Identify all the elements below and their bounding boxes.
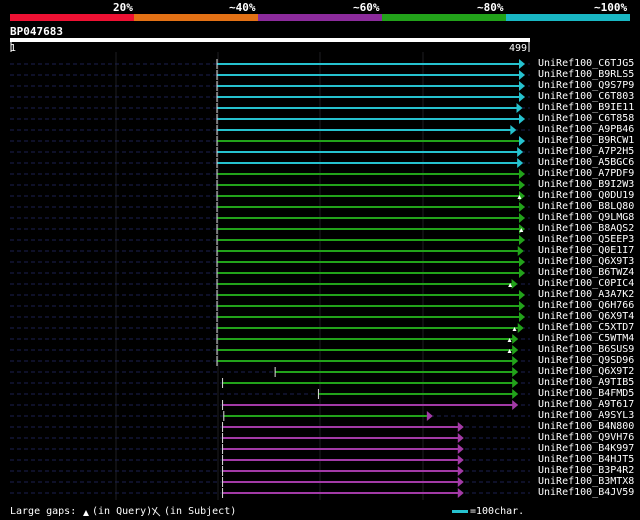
hit-arrow (512, 400, 519, 410)
hit-label[interactable]: UniRef100_Q6X9T3 (538, 257, 634, 267)
hit-arrow (519, 257, 525, 267)
hit-label[interactable]: UniRef100_A7PDF9 (538, 169, 634, 179)
hit-label[interactable]: UniRef100_B9RLS5 (538, 70, 634, 80)
hit-label[interactable]: UniRef100_B4HJT5 (538, 455, 634, 465)
scale-bar (452, 510, 468, 513)
hit-arrow (519, 290, 525, 300)
hit-arrow (517, 323, 524, 333)
hit-label[interactable]: UniRef100_B3P4R2 (538, 466, 634, 476)
hit-label[interactable]: UniRef100_A9TIB5 (538, 378, 634, 388)
hit-label[interactable]: UniRef100_B9I2W3 (538, 180, 634, 190)
hit-arrow (426, 411, 433, 421)
hit-arrow (519, 202, 525, 212)
hit-label[interactable]: UniRef100_B6SUS9 (538, 345, 634, 355)
hit-label[interactable]: UniRef100_A7P2H5 (538, 147, 634, 157)
hit-arrow (519, 169, 525, 179)
hit-label[interactable]: UniRef100_B6TWZ4 (538, 268, 634, 278)
hit-label[interactable]: UniRef100_C5WTM4 (538, 334, 634, 344)
hit-label[interactable]: UniRef100_Q0E1I7 (538, 246, 634, 256)
hit-label[interactable]: UniRef100_C0PIC4 (538, 279, 634, 289)
hit-label[interactable]: UniRef100_Q6X9T2 (538, 367, 634, 377)
hit-label[interactable]: UniRef100_Q9S7P9 (538, 81, 634, 91)
hit-label[interactable]: UniRef100_B4JV59 (538, 488, 634, 498)
hit-arrow (512, 378, 519, 388)
hit-arrow (519, 224, 525, 234)
query-bar (10, 38, 530, 42)
hit-label[interactable]: UniRef100_Q9SD96 (538, 356, 634, 366)
hit-arrow (457, 488, 464, 498)
hit-arrow (519, 81, 525, 91)
hit-arrow (512, 334, 519, 344)
hit-arrow (519, 92, 525, 102)
hit-arrow (519, 136, 525, 146)
hit-arrow (517, 246, 524, 256)
hit-arrow (457, 455, 464, 465)
hit-label[interactable]: UniRef100_C6T858 (538, 114, 634, 124)
hit-label[interactable]: UniRef100_C6T803 (538, 92, 634, 102)
hit-label[interactable]: UniRef100_Q6X9T4 (538, 312, 634, 322)
hit-label[interactable]: UniRef100_A3A7K2 (538, 290, 634, 300)
hit-arrow (519, 301, 525, 311)
hit-arrow (516, 103, 523, 113)
hit-label[interactable]: UniRef100_C5XTD7 (538, 323, 634, 333)
hit-arrow (517, 147, 524, 157)
subject-gap-text: (in Subject) (164, 506, 237, 517)
hit-label[interactable]: UniRef100_Q0DU19 (538, 191, 634, 201)
hit-arrow (519, 70, 525, 80)
query-gap-symbol (83, 510, 89, 516)
hit-label[interactable]: UniRef100_Q9VH76 (538, 433, 634, 443)
hit-label[interactable]: UniRef100_A5BGC6 (538, 158, 634, 168)
hit-arrow (457, 433, 464, 443)
hit-arrow (512, 389, 519, 399)
hit-arrow (519, 235, 525, 245)
query-start-label: 1 (10, 43, 17, 54)
hit-label[interactable]: UniRef100_B4N800 (538, 422, 634, 432)
hit-label[interactable]: UniRef100_A9T617 (538, 400, 634, 410)
hit-arrow (519, 213, 525, 223)
hit-label[interactable]: UniRef100_B3MTX8 (538, 477, 634, 487)
hit-label[interactable]: UniRef100_C6TJG5 (538, 59, 634, 69)
hit-label[interactable]: UniRef100_Q6H766 (538, 301, 634, 311)
hit-arrow (510, 125, 517, 135)
hit-label[interactable]: UniRef100_A9PB46 (538, 125, 634, 135)
hit-arrow (517, 158, 524, 168)
hit-arrow (512, 367, 519, 377)
hit-arrow (519, 180, 525, 190)
hit-arrow (457, 422, 464, 432)
hit-label[interactable]: UniRef100_Q5EEP3 (538, 235, 634, 245)
hit-label[interactable]: UniRef100_B4K997 (538, 444, 634, 454)
hit-label[interactable]: UniRef100_B8LQ80 (538, 202, 634, 212)
hit-label[interactable]: UniRef100_B9RCW1 (538, 136, 634, 146)
hit-label[interactable]: UniRef100_B8AQS2 (538, 224, 634, 234)
hit-arrow (519, 312, 525, 322)
hit-label[interactable]: UniRef100_Q9LMG8 (538, 213, 634, 223)
hit-label[interactable]: UniRef100_B4FMD5 (538, 389, 634, 399)
hit-label[interactable]: UniRef100_A9SYL3 (538, 411, 634, 421)
hit-label[interactable]: UniRef100_B9IE11 (538, 103, 634, 113)
gap-legend-label: Large gaps: (10, 506, 77, 517)
scale-text: =100char. (470, 506, 525, 517)
query-gap-text: (in Query)/ (92, 506, 159, 517)
query-end-label: 499 (509, 43, 528, 54)
hit-arrow (519, 114, 525, 124)
hit-arrow (519, 268, 525, 278)
hit-arrow (457, 466, 464, 476)
hit-arrow (512, 356, 519, 366)
hit-arrow (512, 345, 519, 355)
hit-arrow (457, 444, 464, 454)
hit-arrow (457, 477, 464, 487)
hit-arrow (511, 279, 518, 289)
hit-arrow (519, 59, 525, 69)
